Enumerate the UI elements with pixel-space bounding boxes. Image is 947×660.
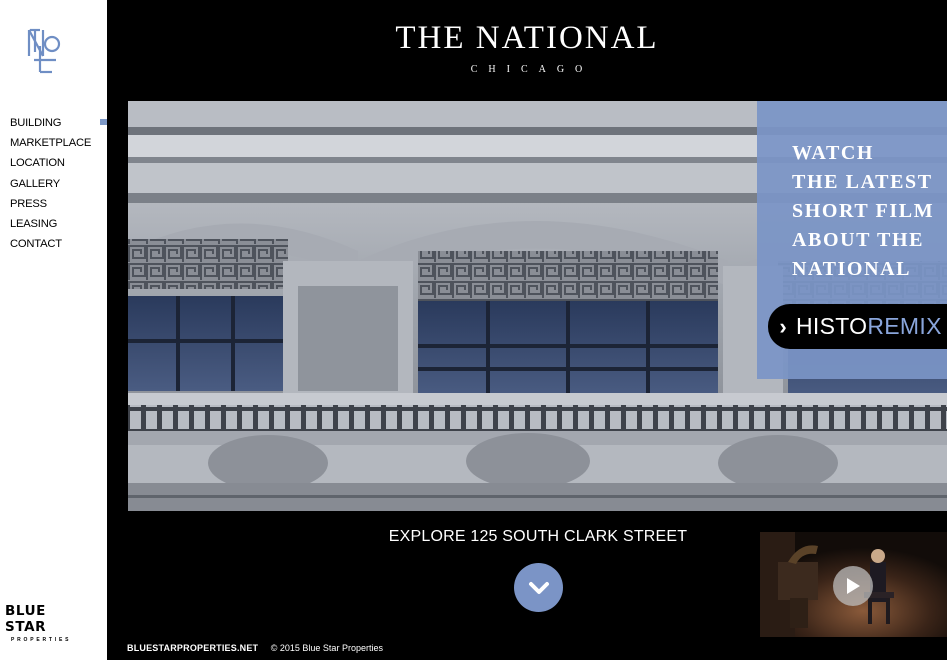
nav-marker [100,139,107,146]
nav-item-gallery[interactable]: GALLERY [0,174,107,194]
nav-link-gallery[interactable]: GALLERY [0,174,107,194]
nav-marker [100,240,107,247]
nav-link-marketplace[interactable]: MARKETPLACE [0,133,107,153]
site-subtitle: CHICAGO [470,64,594,75]
nav-marker-active [100,119,107,125]
nav-item-location[interactable]: LOCATION [0,153,107,173]
promo-line: NATIONAL [792,258,912,280]
brand-name: BLUE STAR [5,603,47,635]
chevron-right-icon: › [779,313,787,339]
promo-line: THE LATEST [792,171,933,193]
nav-link-press[interactable]: PRESS [0,194,107,214]
nav-marker [100,199,107,206]
promo-line: WATCH [792,142,875,164]
promo-text: WATCH THE LATEST SHORT FILM ABOUT THE NA… [792,139,942,284]
site-title: THE NATIONAL [395,20,659,56]
main-nav: BUILDING MARKETPLACE LOCATION GALLERY PR… [0,113,107,254]
play-video-button[interactable] [833,566,873,606]
promo-line: ABOUT THE [792,229,925,251]
historemix-button[interactable]: › HISTOREMIX [768,304,947,349]
explore-heading: EXPLORE 125 SOUTH CLARK STREET [388,528,688,545]
site-header: THE NATIONAL CHICAGO [107,20,947,75]
footer-site-link[interactable]: BLUESTARPROPERTIES.NET [127,643,258,653]
historemix-label-histo: HISTO [796,313,868,339]
nav-item-contact[interactable]: CONTACT [0,234,107,254]
footer: BLUESTARPROPERTIES.NET © 2015 Blue Star … [127,643,383,653]
nav-link-contact[interactable]: CONTACT [0,234,107,254]
monogram-tnl-icon [27,28,61,74]
footer-copyright: © 2015 Blue Star Properties [270,643,383,653]
promo-line: SHORT FILM [792,200,935,222]
nav-item-building[interactable]: BUILDING [0,113,107,133]
nav-marker [100,219,107,226]
nav-item-marketplace[interactable]: MARKETPLACE [0,133,107,153]
historemix-label: HISTOREMIX [796,313,942,340]
nav-marker [100,179,107,186]
brand-sub: PROPERTIES [11,637,72,643]
historemix-label-remix: REMIX [867,313,942,339]
nav-item-leasing[interactable]: LEASING [0,214,107,234]
nav-marker [100,159,107,166]
blue-star-logo[interactable]: BLUE STAR PROPERTIES [5,603,85,643]
nav-link-leasing[interactable]: LEASING [0,214,107,234]
nav-item-press[interactable]: PRESS [0,194,107,214]
scroll-down-button[interactable] [514,563,563,612]
play-icon [847,578,860,594]
chevron-down-icon [528,581,549,594]
sidebar: BUILDING MARKETPLACE LOCATION GALLERY PR… [0,0,107,660]
nav-link-location[interactable]: LOCATION [0,153,107,173]
nav-link-building[interactable]: BUILDING [0,113,107,133]
